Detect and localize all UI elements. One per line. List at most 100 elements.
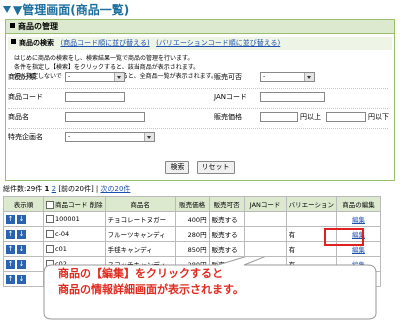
col-jan: JANコード [243, 196, 287, 212]
col-code: 商品コード 削除 [43, 196, 106, 212]
sort-by-variation-link[interactable]: (バリエーションコード順に並び替える) [156, 39, 280, 47]
sort-by-code-link[interactable]: (商品コード順に並び替える) [60, 39, 149, 47]
description-line: はじめに商品の検索をし、検索結果一覧で商品の管理を行います。 [14, 55, 194, 62]
select-all-checkbox[interactable] [46, 201, 54, 209]
jan-label: JANコード [214, 93, 247, 101]
callout-line: 商品の情報詳細画面が表示されます。 [58, 283, 244, 296]
price-to-suffix: 円以下 [368, 113, 389, 121]
result-count: 総件数:29件 1 2 [前の20件] | 次の20件 [3, 185, 131, 193]
special-select[interactable]: - [65, 132, 155, 142]
square-bullet-icon [10, 23, 15, 28]
page-title-text: ▼管理画面(商品一覧) [13, 3, 130, 17]
order-cell: ↑ ↓ [3, 226, 44, 242]
col-edit: 商品の編集 [335, 196, 381, 212]
name-cell: チョコレートヌガー [104, 211, 176, 227]
page-title: ▼管理画面(商品一覧) [3, 2, 129, 18]
price-cell: 850円 [174, 241, 210, 257]
edit-cell: 編集 [335, 211, 381, 227]
current-page: 1 [44, 185, 50, 193]
name-cell: フルーツキャンディ [104, 226, 176, 242]
price-cell: 280円 [174, 226, 210, 242]
prev-page: [前の20件] [58, 185, 94, 193]
arrow-up-icon[interactable]: ↑ [6, 244, 15, 254]
code-cell: 100001 [43, 211, 106, 227]
callout-text: 商品の【編集】をクリックすると 商品の情報詳細画面が表示されます。 [58, 266, 244, 298]
arrow-down-icon[interactable]: ↓ [17, 214, 26, 224]
name-cell: 手毬キャンディ [104, 241, 176, 257]
edit-link[interactable]: 編集 [352, 246, 365, 254]
name-label: 商品名 [8, 113, 29, 121]
delete-checkbox[interactable] [46, 230, 54, 238]
chevron-down-icon [144, 133, 154, 141]
col-name: 商品名 [104, 196, 176, 212]
sellable-cell: 販売する [208, 226, 245, 242]
chevron-down-icon [114, 73, 124, 81]
order-cell: ↑ ↓ [3, 271, 44, 287]
code-value: 100001 [55, 215, 80, 223]
form-buttons: 検索 リセット [0, 161, 400, 181]
panel-header: 商品の管理 [6, 20, 394, 34]
square-bullet-icon [11, 39, 16, 44]
form-row-name: 商品名 販売価格 円以上 円以下 [8, 109, 389, 129]
code-value: c01 [55, 245, 67, 253]
table-row: ↑ ↓ 100001 チョコレートヌガー 400円 販売する 編集 [3, 211, 381, 227]
col-delete-label: 削除 [89, 201, 103, 209]
name-input[interactable] [65, 112, 145, 122]
col-code-label: 商品コード [55, 201, 88, 209]
price-to-input[interactable] [326, 112, 366, 122]
order-cell: ↑ ↓ [3, 241, 44, 257]
arrow-down-icon[interactable]: ↓ [17, 229, 26, 239]
variation-cell [285, 211, 337, 227]
reset-button[interactable]: リセット [196, 161, 235, 174]
form-row-code: 商品コード JANコード [8, 89, 388, 109]
code-cell: c01 [43, 241, 106, 257]
arrow-down-icon[interactable]: ↓ [17, 259, 26, 269]
callout-line: 商品の【編集】をクリックすると [58, 267, 223, 280]
price-label: 販売価格 [214, 113, 242, 121]
arrow-down-icon[interactable]: ↓ [17, 274, 26, 284]
page-2-link[interactable]: 2 [52, 185, 56, 193]
table-header-row: 表示順 商品コード 削除 商品名 販売価格 販売可否 JANコード バリエーショ… [3, 196, 381, 212]
price-from-suffix: 円以上 [300, 113, 321, 121]
arrow-up-icon[interactable]: ↑ [6, 229, 15, 239]
form-row-category: 商品分類 - 販売可否 - [8, 69, 388, 89]
search-section-header: 商品の検索 (商品コード順に並び替える) (バリエーションコード順に並び替える) [8, 37, 392, 50]
arrow-down-icon[interactable]: ↓ [17, 244, 26, 254]
jan-input[interactable] [260, 92, 325, 102]
category-select[interactable]: - [65, 72, 125, 82]
jan-cell [243, 211, 287, 227]
edit-link[interactable]: 編集 [352, 216, 365, 224]
price-cell: 400円 [174, 211, 210, 227]
col-sellable: 販売可否 [208, 196, 245, 212]
arrow-up-icon[interactable]: ↑ [6, 214, 15, 224]
category-label: 商品分類 [8, 73, 36, 81]
code-input[interactable] [65, 92, 125, 102]
form-row-special: 特売企画名 - [8, 129, 388, 148]
col-variation: バリエーション [285, 196, 337, 212]
triangle-down-icon [3, 6, 11, 13]
sellable-cell: 販売する [208, 211, 245, 227]
panel-header-label: 商品の管理 [18, 22, 58, 31]
delete-checkbox[interactable] [46, 215, 54, 223]
price-from-input[interactable] [260, 112, 298, 122]
jan-cell [243, 241, 287, 257]
arrow-up-icon[interactable]: ↑ [6, 259, 15, 269]
order-cell: ↑ ↓ [3, 211, 44, 227]
sellable-cell: 販売する [208, 241, 245, 257]
delete-checkbox[interactable] [46, 245, 54, 253]
code-label: 商品コード [8, 93, 43, 101]
chevron-down-icon [304, 73, 314, 81]
search-form: 商品分類 - 販売可否 - 商品コード JANコード 商品名 販売価格 円以上 … [8, 69, 389, 148]
total-count: 総件数:29件 [3, 185, 43, 193]
code-value: c-04 [55, 230, 70, 238]
sellable-select[interactable]: - [260, 72, 315, 82]
col-order: 表示順 [3, 196, 44, 212]
sellable-label: 販売可否 [214, 73, 242, 81]
arrow-up-icon[interactable]: ↑ [6, 274, 15, 284]
code-cell: c-04 [43, 226, 106, 242]
search-button[interactable]: 検索 [165, 161, 190, 174]
order-cell: ↑ ↓ [3, 256, 44, 272]
next-page-link[interactable]: 次の20件 [101, 185, 131, 193]
special-label: 特売企画名 [8, 133, 43, 141]
special-select-value: - [68, 133, 71, 140]
